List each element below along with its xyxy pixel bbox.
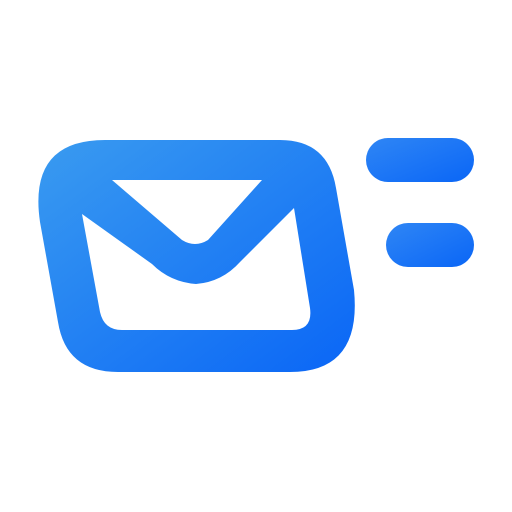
envelope-icon	[38, 140, 355, 372]
speed-lines-icon	[366, 138, 474, 267]
send-mail-icon	[38, 138, 474, 372]
icon-canvas	[0, 0, 512, 512]
speed-line-top	[366, 138, 474, 182]
envelope-body	[38, 140, 355, 372]
speed-line-bottom	[386, 223, 474, 267]
